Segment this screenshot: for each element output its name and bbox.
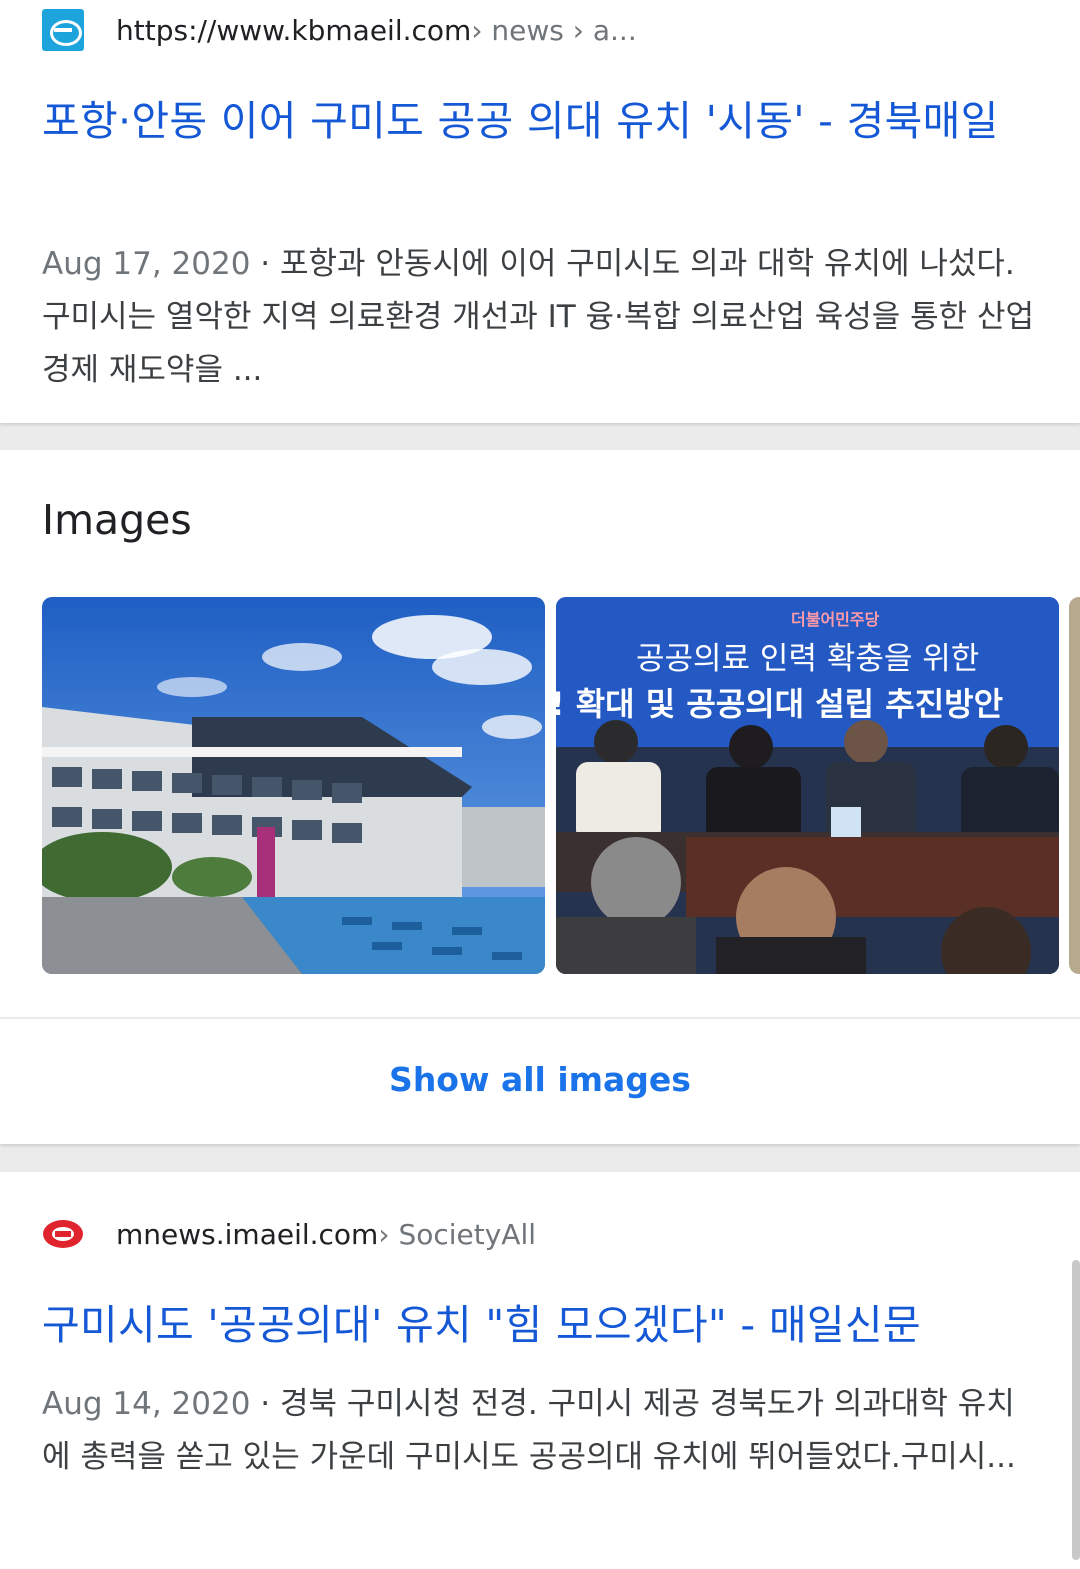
result-snippet: Aug 17, 2020 · 포항과 안동시에 이어 구미시도 의과 대학 유치…	[42, 238, 1042, 397]
result-source[interactable]: https://www.kbmaeil.com › news › a...	[42, 8, 637, 52]
image-thumbnail-city-hall[interactable]	[42, 597, 545, 974]
press-conference-photo: 더불어민주당 공공의료 인력 확충을 위한 ! 확대 및 공공의대 설립 추진방…	[556, 597, 1059, 974]
kbmaeil-logo-icon	[42, 9, 84, 51]
result-snippet: Aug 14, 2020 · 경북 구미시청 전경. 구미시 제공 경북도가 의…	[42, 1378, 1042, 1484]
banner-party-text: 더불어민주당	[791, 610, 880, 629]
scrollbar[interactable]	[1072, 1260, 1080, 1560]
result-url: https://www.kbmaeil.com	[116, 13, 472, 47]
result-source[interactable]: mnews.imaeil.com › SocietyAll	[42, 1212, 536, 1256]
divider	[0, 1017, 1080, 1019]
image-thumbnail-press-conference[interactable]: 더불어민주당 공공의료 인력 확충을 위한 ! 확대 및 공공의대 설립 추진방…	[556, 597, 1059, 974]
images-card: Images 더불어민주당 공공의료 인력 확충을 위한 ! 확대 및 공공의대…	[0, 450, 1080, 1144]
result-title-link[interactable]: 포항·안동 이어 구미도 공공 의대 유치 '시동' - 경북매일	[42, 90, 1042, 152]
city-hall-photo	[42, 597, 545, 974]
image-thumbnail-partial[interactable]	[1069, 597, 1080, 974]
result-date: Aug 14, 2020	[42, 1386, 251, 1422]
result-url: mnews.imaeil.com	[116, 1217, 379, 1251]
banner-line2-text: ! 확대 및 공공의대 설립 추진방안	[556, 685, 1003, 723]
result-title-link[interactable]: 구미시도 '공공의대' 유치 "힘 모으겠다" - 매일신문	[42, 1294, 1042, 1356]
banner-line1-text: 공공의료 인력 확충을 위한	[636, 641, 979, 677]
result-breadcrumb: › SocietyAll	[378, 1217, 537, 1251]
search-result-card: https://www.kbmaeil.com › news › a... 포항…	[0, 0, 1080, 423]
result-date: Aug 17, 2020	[42, 246, 251, 282]
result-breadcrumb: › news › a...	[471, 13, 637, 47]
images-heading: Images	[42, 496, 192, 544]
imaeil-logo-icon	[42, 1213, 84, 1255]
search-result-card: mnews.imaeil.com › SocietyAll 구미시도 '공공의대…	[0, 1172, 1080, 1569]
show-all-images-link[interactable]: Show all images	[0, 1060, 1080, 1099]
